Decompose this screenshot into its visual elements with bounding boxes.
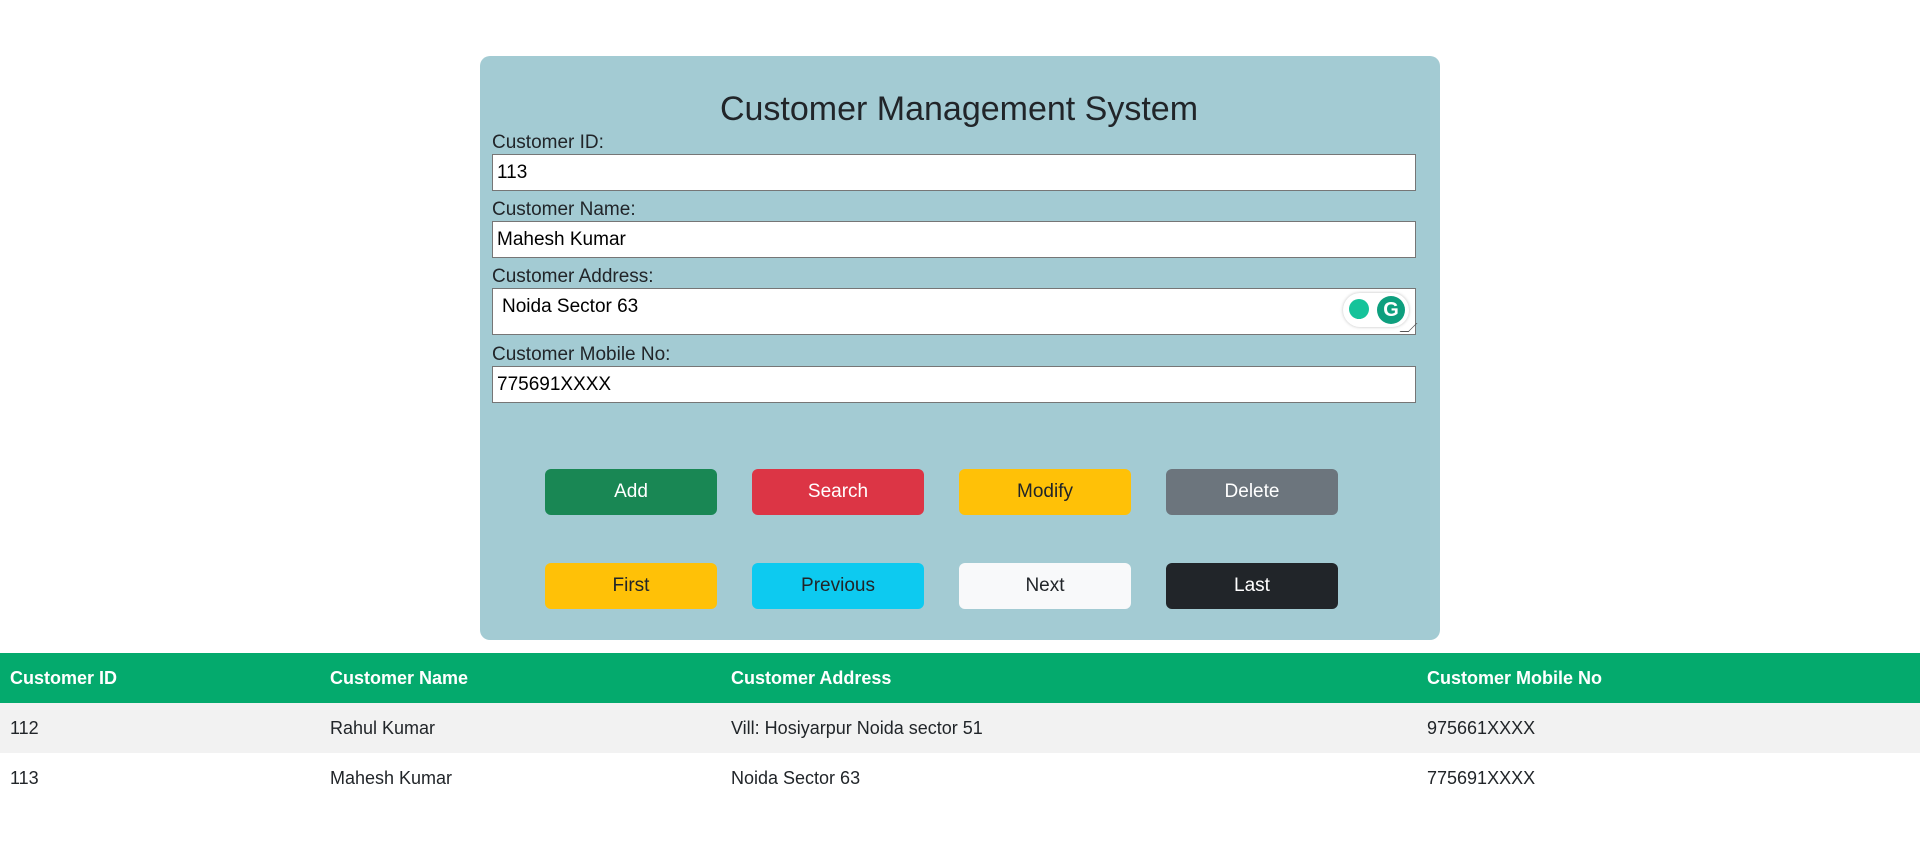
column-header-customer-address: Customer Address (721, 653, 1417, 703)
cell-customer-name: Rahul Kumar (320, 703, 721, 753)
cell-customer-id: 112 (0, 703, 320, 753)
resize-grip-icon[interactable] (1399, 323, 1418, 332)
page-title: Customer Management System (719, 90, 1199, 128)
last-button[interactable]: Last (1166, 563, 1338, 609)
customer-name-field: Customer Name: (492, 198, 1416, 258)
action-button-row: Add Search Modify Delete (545, 469, 1345, 515)
column-header-customer-id: Customer ID (0, 653, 320, 703)
customer-mobile-label: Customer Mobile No: (492, 344, 671, 365)
customer-mobile-field: Customer Mobile No: (492, 343, 1416, 403)
navigation-button-row: First Previous Next Last (545, 563, 1345, 609)
customer-table: Customer ID Customer Name Customer Addre… (0, 653, 1920, 803)
customer-address-value: Noida Sector 63 (502, 296, 639, 317)
customer-id-label: Customer ID: (492, 132, 604, 153)
grammarly-widget[interactable]: G (1343, 293, 1409, 327)
cell-customer-name: Mahesh Kumar (320, 753, 721, 803)
customer-name-label: Customer Name: (492, 199, 636, 220)
previous-button[interactable]: Previous (752, 563, 924, 609)
delete-button[interactable]: Delete (1166, 469, 1338, 515)
add-button[interactable]: Add (545, 469, 717, 515)
customer-form-panel: Customer Management System Customer ID: … (480, 56, 1440, 640)
customer-id-input[interactable] (492, 154, 1416, 191)
table-row[interactable]: 112 Rahul Kumar Vill: Hosiyarpur Noida s… (0, 703, 1920, 753)
lightbulb-icon[interactable] (1349, 299, 1369, 319)
customer-name-input[interactable] (492, 221, 1416, 258)
column-header-customer-name: Customer Name (320, 653, 721, 703)
customer-address-label: Customer Address: (492, 266, 654, 287)
customer-address-textarea[interactable]: Noida Sector 63 G (492, 288, 1418, 335)
column-header-customer-mobile: Customer Mobile No (1417, 653, 1920, 703)
cell-customer-address: Vill: Hosiyarpur Noida sector 51 (721, 703, 1417, 753)
table-row[interactable]: 113 Mahesh Kumar Noida Sector 63 775691X… (0, 753, 1920, 803)
cell-customer-mobile: 775691XXXX (1417, 753, 1920, 803)
first-button[interactable]: First (545, 563, 717, 609)
table-header-row: Customer ID Customer Name Customer Addre… (0, 653, 1920, 703)
cell-customer-id: 113 (0, 753, 320, 803)
customer-address-field: Customer Address: Noida Sector 63 G (492, 265, 1418, 335)
search-button[interactable]: Search (752, 469, 924, 515)
grammarly-g-icon[interactable]: G (1377, 296, 1405, 324)
cell-customer-address: Noida Sector 63 (721, 753, 1417, 803)
customer-mobile-input[interactable] (492, 366, 1416, 403)
modify-button[interactable]: Modify (959, 469, 1131, 515)
cell-customer-mobile: 975661XXXX (1417, 703, 1920, 753)
next-button[interactable]: Next (959, 563, 1131, 609)
customer-id-field: Customer ID: (492, 131, 1416, 191)
